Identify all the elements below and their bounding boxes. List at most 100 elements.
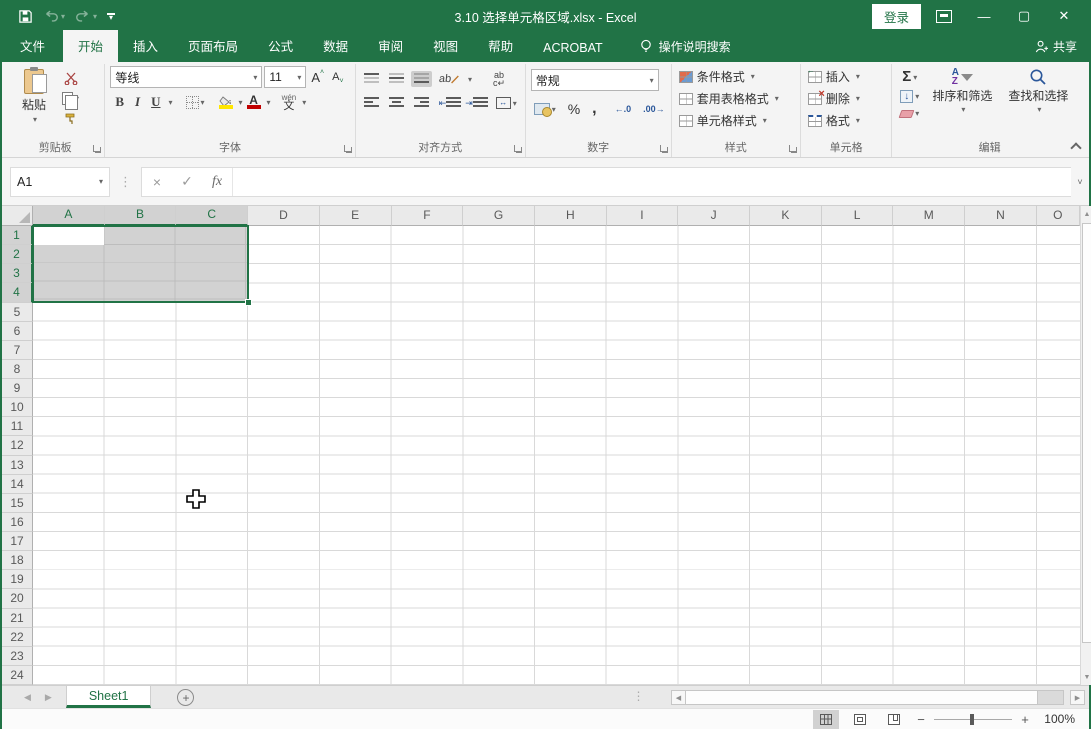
sheet-nav-left-icon[interactable]: ◀: [24, 692, 31, 703]
italic-button[interactable]: I: [130, 93, 145, 111]
row-header-4[interactable]: 4: [2, 283, 33, 302]
column-header-J[interactable]: J: [678, 206, 750, 226]
maximize-icon[interactable]: ▢: [1007, 3, 1041, 29]
column-header-C[interactable]: C: [176, 206, 248, 226]
redo-dropdown-icon[interactable]: ▾: [93, 12, 97, 21]
cell-styles-button[interactable]: 单元格样式▾: [677, 110, 795, 131]
tab-acrobat[interactable]: ACROBAT: [528, 35, 618, 62]
fill-color-dropdown-icon[interactable]: ▾: [239, 98, 243, 107]
row-header-11[interactable]: 11: [2, 417, 33, 436]
clipboard-dialog-launcher-icon[interactable]: [92, 144, 102, 154]
paste-dropdown-icon[interactable]: ▾: [33, 115, 37, 124]
column-header-F[interactable]: F: [392, 206, 464, 226]
tab-insert[interactable]: 插入: [118, 30, 173, 62]
column-header-A[interactable]: A: [33, 206, 105, 226]
expand-formula-bar-icon[interactable]: ˅: [1071, 177, 1089, 187]
scroll-up-icon[interactable]: ▲: [1081, 206, 1091, 222]
horizontal-scrollbar[interactable]: ◀ ▶: [671, 690, 1085, 705]
vertical-scrollbar[interactable]: ▲ ▼: [1080, 206, 1091, 685]
insert-cells-button[interactable]: 插入▾: [806, 66, 886, 87]
row-header-5[interactable]: 5: [2, 303, 33, 322]
format-cells-button[interactable]: 格式▾: [806, 110, 886, 131]
save-icon[interactable]: [18, 9, 33, 24]
merge-center-icon[interactable]: ↔▾: [493, 95, 520, 111]
row-header-22[interactable]: 22: [2, 628, 33, 647]
zoom-in-icon[interactable]: +: [1019, 712, 1031, 727]
accounting-format-icon[interactable]: ▾: [531, 101, 559, 117]
alignment-dialog-launcher-icon[interactable]: [513, 144, 523, 154]
login-button[interactable]: 登录: [872, 4, 921, 29]
share-button[interactable]: 共享: [1035, 38, 1077, 55]
phonetic-dropdown-icon[interactable]: ▾: [302, 98, 306, 107]
row-header-9[interactable]: 9: [2, 379, 33, 398]
name-box[interactable]: A1 ▾: [10, 167, 110, 197]
find-select-button[interactable]: 查找和选择 ▾: [1002, 66, 1074, 116]
conditional-formatting-button[interactable]: 条件格式▾: [677, 66, 795, 87]
tell-me-search[interactable]: 操作说明搜索: [640, 38, 731, 62]
sheet-nav-right-icon[interactable]: ▶: [45, 692, 52, 703]
row-header-19[interactable]: 19: [2, 570, 33, 589]
column-header-L[interactable]: L: [822, 206, 894, 226]
row-header-20[interactable]: 20: [2, 589, 33, 608]
copy-icon[interactable]: ▾: [59, 90, 82, 107]
formula-input[interactable]: [232, 168, 1071, 196]
close-icon[interactable]: ✕: [1047, 3, 1081, 29]
undo-icon[interactable]: ▾: [43, 10, 65, 23]
collapse-ribbon-icon[interactable]: [1071, 141, 1081, 151]
column-header-I[interactable]: I: [607, 206, 679, 226]
align-middle-icon[interactable]: [386, 71, 407, 87]
shrink-font-button[interactable]: A˅: [329, 69, 346, 85]
sheet-tab-sheet1[interactable]: Sheet1: [66, 686, 152, 708]
orientation-dropdown-icon[interactable]: ▾: [468, 75, 472, 84]
scroll-right-icon[interactable]: ▶: [1070, 690, 1085, 705]
row-header-14[interactable]: 14: [2, 475, 33, 494]
comma-style-icon[interactable]: ,: [589, 98, 599, 120]
number-dialog-launcher-icon[interactable]: [659, 144, 669, 154]
decrease-indent-icon[interactable]: ⇤: [436, 95, 459, 111]
cancel-entry-icon[interactable]: ×: [142, 174, 172, 190]
align-top-icon[interactable]: [361, 71, 382, 87]
column-header-G[interactable]: G: [463, 206, 535, 226]
column-header-B[interactable]: B: [105, 206, 177, 226]
page-layout-view-button[interactable]: [847, 710, 873, 729]
tab-help[interactable]: 帮助: [473, 30, 528, 62]
number-format-combo[interactable]: 常规▾: [531, 69, 659, 91]
font-dialog-launcher-icon[interactable]: [343, 144, 353, 154]
row-header-15[interactable]: 15: [2, 494, 33, 513]
delete-cells-button[interactable]: 删除▾: [806, 88, 886, 109]
name-box-dropdown-icon[interactable]: ▾: [99, 177, 103, 186]
underline-button[interactable]: U: [146, 93, 165, 111]
decrease-decimal-icon[interactable]: .00→: [640, 102, 668, 116]
column-header-K[interactable]: K: [750, 206, 822, 226]
sort-filter-button[interactable]: AZ 排序和筛选 ▾: [926, 66, 998, 116]
row-header-23[interactable]: 23: [2, 647, 33, 666]
column-header-N[interactable]: N: [965, 206, 1037, 226]
font-color-dropdown-icon[interactable]: ▾: [267, 98, 271, 107]
fill-color-icon[interactable]: [216, 94, 236, 111]
tab-formulas[interactable]: 公式: [253, 30, 308, 62]
bold-button[interactable]: B: [110, 93, 129, 111]
row-header-17[interactable]: 17: [2, 532, 33, 551]
active-cell-A1[interactable]: [34, 227, 104, 245]
increase-indent-icon[interactable]: ⇥: [462, 95, 485, 111]
borders-icon[interactable]: ▾: [183, 94, 208, 111]
tab-page-layout[interactable]: 页面布局: [173, 30, 253, 62]
row-header-24[interactable]: 24: [2, 666, 33, 685]
format-painter-icon[interactable]: [59, 110, 82, 127]
minimize-icon[interactable]: —: [967, 3, 1001, 29]
cut-icon[interactable]: [59, 70, 82, 87]
clear-icon[interactable]: ▾: [897, 107, 922, 120]
orientation-icon[interactable]: ab: [435, 71, 463, 87]
column-header-H[interactable]: H: [535, 206, 607, 226]
percent-style-icon[interactable]: %: [565, 99, 583, 119]
new-sheet-icon[interactable]: +: [177, 689, 194, 706]
vertical-scrollbar-thumb[interactable]: [1082, 223, 1091, 643]
font-color-icon[interactable]: A: [244, 93, 264, 111]
insert-function-icon[interactable]: fx: [202, 174, 232, 190]
column-header-M[interactable]: M: [893, 206, 965, 226]
align-bottom-icon[interactable]: [411, 71, 432, 87]
cells-area[interactable]: [33, 226, 1080, 685]
align-center-icon[interactable]: [386, 95, 407, 111]
column-header-E[interactable]: E: [320, 206, 392, 226]
format-as-table-button[interactable]: 套用表格格式▾: [677, 88, 795, 109]
